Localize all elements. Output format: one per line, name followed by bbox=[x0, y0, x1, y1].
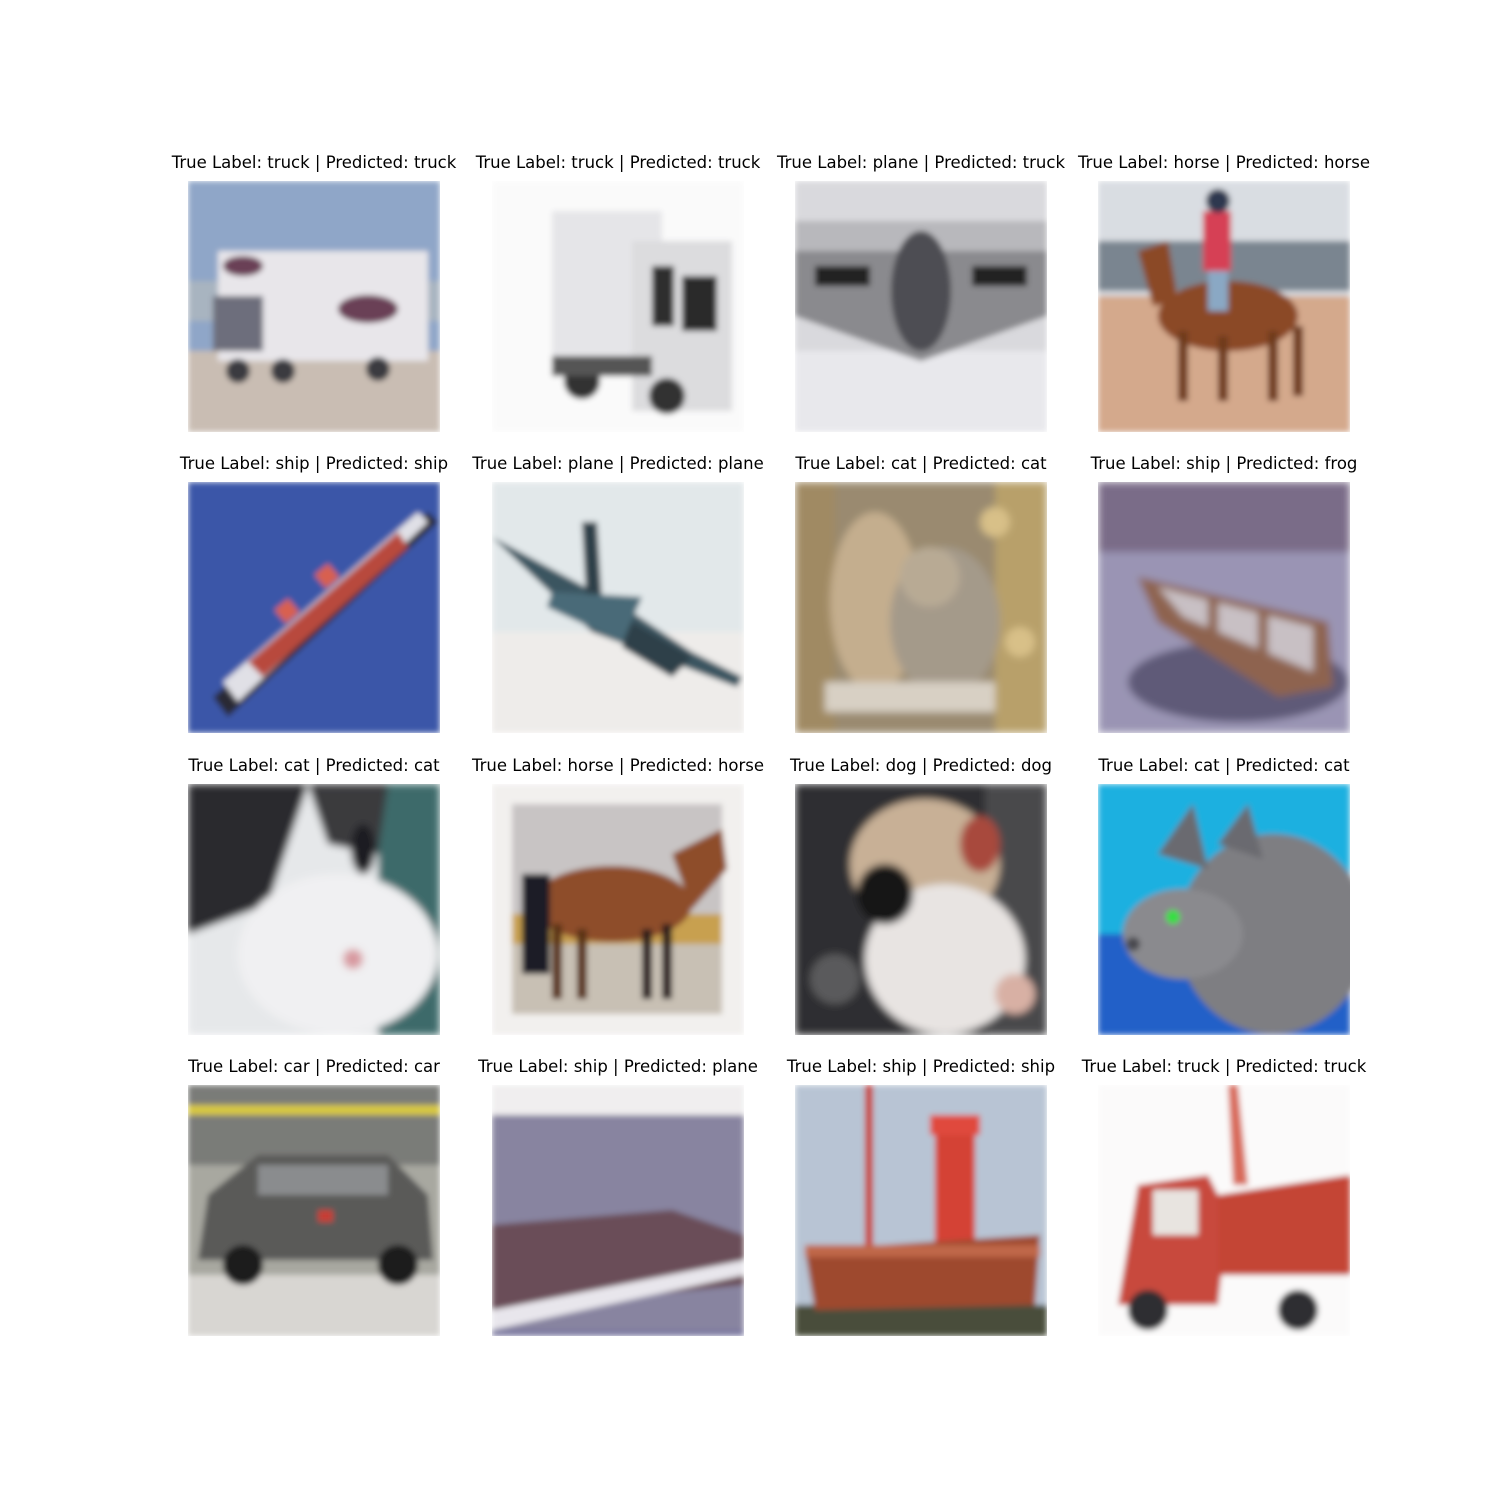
panel-image bbox=[795, 1085, 1047, 1336]
panel-title: True Label: ship | Predicted: frog bbox=[1090, 454, 1358, 473]
panel-image bbox=[492, 784, 744, 1035]
panel-9: True Label: cat | Predicted: cat bbox=[188, 756, 440, 1036]
panel-image bbox=[492, 482, 744, 733]
panel-16: True Label: truck | Predicted: truck bbox=[1082, 1057, 1366, 1337]
panel-image bbox=[795, 784, 1047, 1035]
panel-13: True Label: car | Predicted: car bbox=[188, 1057, 440, 1337]
ship-lighthouse-image bbox=[795, 1085, 1047, 1336]
panel-image bbox=[1098, 784, 1350, 1035]
ship-container-image bbox=[188, 482, 440, 733]
cat-blue-image bbox=[1098, 784, 1350, 1035]
panel-image bbox=[795, 181, 1047, 432]
panel-10: True Label: horse | Predicted: horse bbox=[472, 756, 764, 1036]
plane-jet-image bbox=[492, 482, 744, 733]
panel-8: True Label: ship | Predicted: frog bbox=[1091, 454, 1357, 734]
panel-7: True Label: cat | Predicted: cat bbox=[795, 454, 1047, 734]
panel-6: True Label: plane | Predicted: plane bbox=[472, 454, 764, 734]
ship-distant-image bbox=[492, 1085, 744, 1336]
dog-closeup-image bbox=[795, 784, 1047, 1035]
panel-title: True Label: truck | Predicted: truck bbox=[1081, 1057, 1367, 1076]
panel-image bbox=[188, 1085, 440, 1336]
cat-closeup-image bbox=[188, 784, 440, 1035]
panel-image bbox=[795, 482, 1047, 733]
truck-red-image bbox=[1098, 1085, 1350, 1336]
panel-4: True Label: horse | Predicted: horse bbox=[1078, 153, 1370, 433]
panel-3: True Label: plane | Predicted: truck bbox=[777, 153, 1065, 433]
car-grey-image bbox=[188, 1085, 440, 1336]
truck-white-image bbox=[492, 181, 744, 432]
panel-image bbox=[188, 181, 440, 432]
horse-brown-image bbox=[492, 784, 744, 1035]
cat-tabby-image bbox=[795, 482, 1047, 733]
truck-van-image bbox=[188, 181, 440, 432]
panel-title: True Label: horse | Predicted: horse bbox=[1077, 153, 1371, 172]
panel-14: True Label: ship | Predicted: plane bbox=[478, 1057, 758, 1337]
panel-image bbox=[188, 784, 440, 1035]
panel-image bbox=[1098, 482, 1350, 733]
panel-image bbox=[492, 1085, 744, 1336]
panel-image bbox=[188, 482, 440, 733]
panel-image bbox=[1098, 1085, 1350, 1336]
panel-1: True Label: truck | Predicted: truck bbox=[172, 153, 456, 433]
panel-12: True Label: cat | Predicted: cat bbox=[1098, 756, 1350, 1036]
panel-image bbox=[492, 181, 744, 432]
boat-purple-image bbox=[1098, 482, 1350, 733]
panel-image bbox=[1098, 181, 1350, 432]
panel-15: True Label: ship | Predicted: ship bbox=[787, 1057, 1055, 1337]
panel-2: True Label: truck | Predicted: truck bbox=[476, 153, 760, 433]
prediction-grid: True Label: truck | Predicted: truck Tru… bbox=[0, 0, 1500, 1500]
horse-rider-image bbox=[1098, 181, 1350, 432]
panel-11: True Label: dog | Predicted: dog bbox=[790, 756, 1052, 1036]
panel-5: True Label: ship | Predicted: ship bbox=[180, 454, 448, 734]
panel-title: True Label: cat | Predicted: cat bbox=[1098, 756, 1350, 775]
plane-stealth-image bbox=[795, 181, 1047, 432]
